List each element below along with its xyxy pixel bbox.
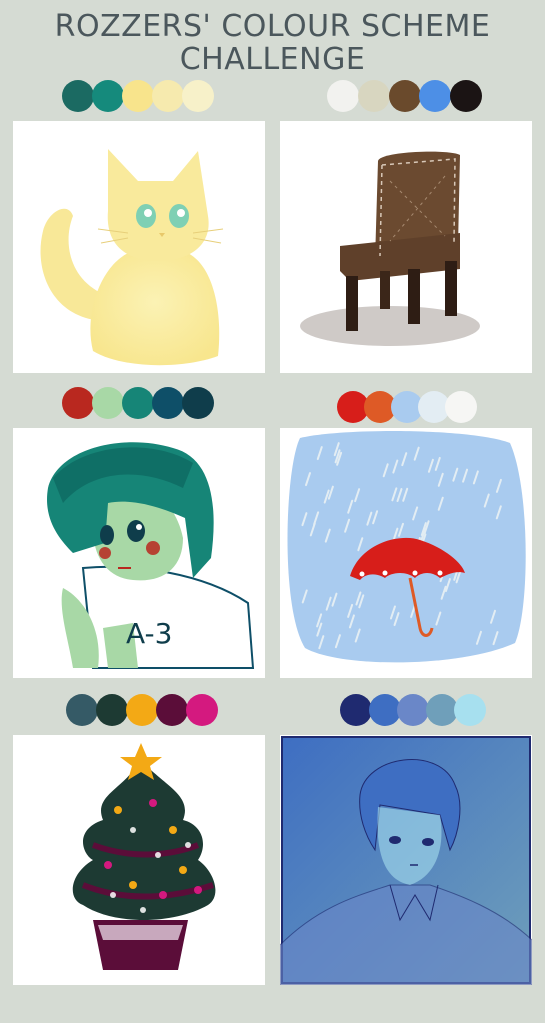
color-swatch (62, 80, 94, 112)
boy-shirt-text: A-3 (126, 617, 172, 650)
man-left-eye (389, 836, 401, 844)
page-subtitle: CHALLENGE (179, 42, 366, 77)
color-swatch (186, 694, 218, 726)
palette-cat (62, 80, 214, 112)
boy-drawing: A-3 (13, 428, 265, 678)
color-swatch (92, 387, 124, 419)
color-swatch (454, 694, 486, 726)
chair-leg-front-right (408, 269, 420, 324)
color-swatch (340, 694, 372, 726)
color-swatch (152, 80, 184, 112)
boy-right-eye (100, 525, 114, 545)
boy-left-eye (127, 520, 145, 542)
color-swatch (182, 387, 214, 419)
palette-chair (327, 80, 482, 112)
color-swatch (419, 80, 451, 112)
color-swatch (96, 694, 128, 726)
color-swatch (397, 694, 429, 726)
color-swatch (450, 80, 482, 112)
man-portrait-drawing (280, 735, 532, 985)
color-swatch (182, 80, 214, 112)
chair-seat (340, 233, 460, 281)
color-swatch (126, 694, 158, 726)
color-swatch (122, 80, 154, 112)
man-right-eye (422, 838, 434, 846)
cat-head (107, 149, 209, 261)
color-swatch (389, 80, 421, 112)
cat-body (90, 251, 220, 366)
christmas-tree-drawing (13, 735, 265, 985)
color-swatch (62, 387, 94, 419)
color-swatch (156, 694, 188, 726)
chair-leg-front-left (346, 276, 358, 331)
color-swatch (152, 387, 184, 419)
chair-drawing (280, 121, 532, 373)
color-swatch (66, 694, 98, 726)
color-swatch (92, 80, 124, 112)
palette-umbrella (337, 391, 477, 423)
color-swatch (327, 80, 359, 112)
cat-drawing (13, 121, 265, 373)
palette-boy (62, 387, 214, 419)
color-swatch (445, 391, 477, 423)
page-title: ROZZERS' COLOUR SCHEME (54, 9, 491, 44)
umbrella-rain-drawing (280, 428, 532, 678)
palette-portrait (340, 694, 486, 726)
boy-left-cheek (146, 541, 160, 555)
palette-tree (66, 694, 218, 726)
boy-right-cheek (99, 547, 111, 559)
color-swatch (358, 80, 390, 112)
chair-leg-back-right (445, 261, 457, 316)
color-swatch (122, 387, 154, 419)
